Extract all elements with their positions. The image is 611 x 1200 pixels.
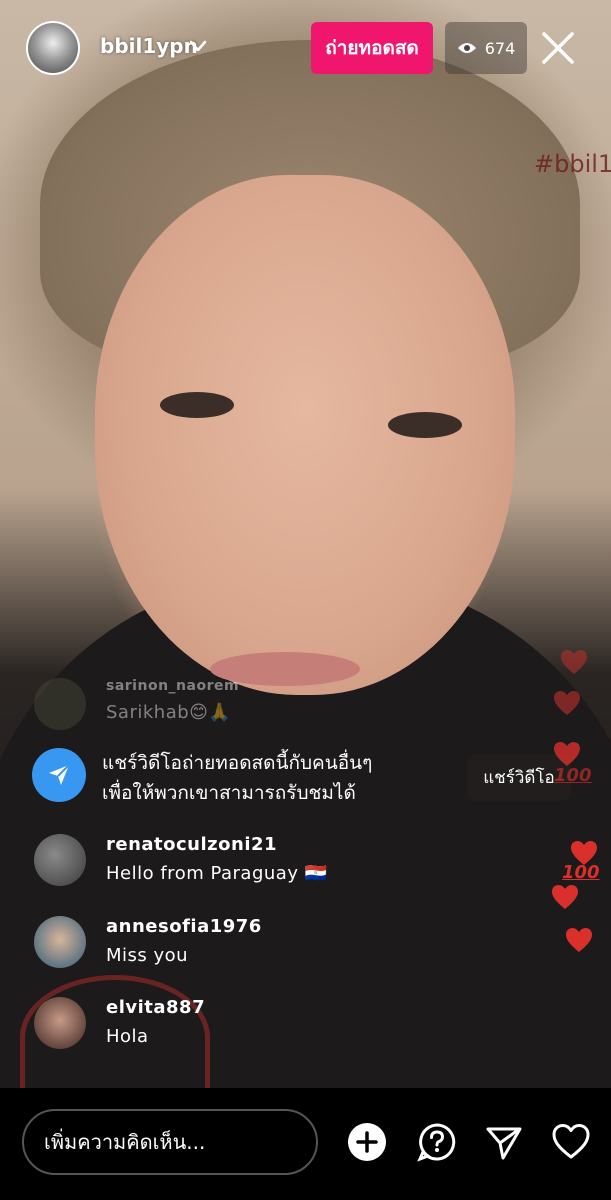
viewer-count[interactable]: 674 (445, 22, 527, 74)
chevron-down-icon[interactable] (188, 36, 208, 56)
heart-reaction-icon (566, 928, 592, 952)
send-icon[interactable] (484, 1122, 524, 1162)
share-prompt-line1: แชร์วิดีโอถ่ายทอดสดนี้กับคนอื่นๆ (102, 752, 373, 774)
plus-icon[interactable] (347, 1122, 387, 1162)
comment-text: Hola (106, 1026, 149, 1047)
comment-text: Miss you (106, 945, 189, 966)
comment-avatar[interactable] (34, 997, 86, 1049)
heart-reaction-icon (554, 742, 580, 766)
comment-item: elvita887 Hola (34, 997, 205, 1049)
broadcaster-username[interactable]: bbil1ypn (100, 34, 198, 58)
broadcaster-avatar[interactable] (26, 21, 80, 75)
emoji-100: 100 (554, 765, 592, 786)
comment-input[interactable]: เพิ่มความคิดเห็น... (22, 1109, 318, 1175)
comment-username[interactable]: elvita887 (106, 997, 205, 1018)
comment-item: renatoculzoni21 Hello from Paraguay 🇵🇾 (34, 834, 328, 886)
share-prompt: แชร์วิดีโอถ่ายทอดสดนี้กับคนอื่นๆ เพื่อให… (32, 748, 372, 808)
comment-username[interactable]: annesofia1976 (106, 916, 262, 937)
emoji-100: 100 (562, 862, 600, 883)
eye-icon (457, 43, 476, 53)
comment-text: Hello from Paraguay 🇵🇾 (106, 863, 328, 884)
heart-icon[interactable] (551, 1122, 591, 1162)
overlay-hashtag: #bbil1yp (534, 150, 611, 178)
comment-item: sarinon_naorem Sarikhab😊🙏 (34, 678, 239, 730)
share-icon-circle[interactable] (32, 748, 86, 802)
comment-item: annesofia1976 Miss you (34, 916, 262, 968)
bottom-bar: เพิ่มความคิดเห็น... (0, 1088, 611, 1200)
live-badge: ถ่ายทอดสด (311, 22, 433, 74)
viewer-count-value: 674 (484, 38, 516, 58)
heart-reaction-icon (552, 885, 578, 909)
comment-avatar[interactable] (34, 916, 86, 968)
heart-reaction-icon (554, 691, 580, 715)
send-icon (49, 764, 70, 785)
video-face (95, 175, 515, 695)
share-prompt-line2: เพื่อให้พวกเขาสามารถรับชมได้ (102, 782, 356, 804)
comment-text: Sarikhab😊🙏 (106, 702, 232, 723)
comment-username[interactable]: renatoculzoni21 (106, 834, 328, 855)
question-icon[interactable] (417, 1122, 457, 1162)
video-eye-left (160, 392, 234, 418)
close-icon[interactable] (538, 28, 578, 68)
heart-reaction-icon (561, 650, 587, 674)
comment-avatar[interactable] (34, 834, 86, 886)
comment-username[interactable]: sarinon_naorem (106, 678, 239, 694)
comment-avatar[interactable] (34, 678, 86, 730)
video-eye-right (388, 412, 462, 438)
live-header: bbil1ypn ถ่ายทอดสด 674 (0, 0, 611, 96)
